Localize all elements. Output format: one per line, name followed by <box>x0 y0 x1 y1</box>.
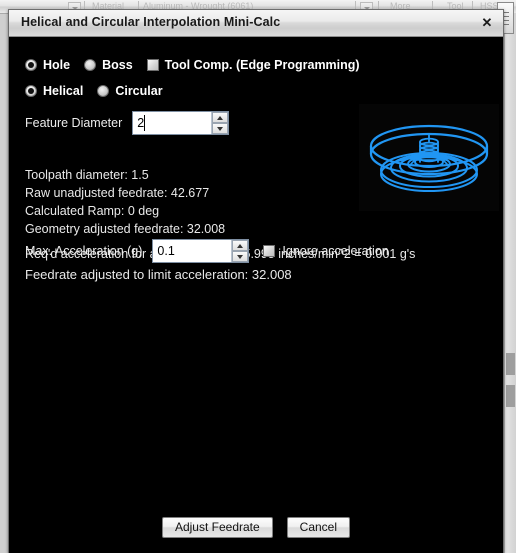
radio-circular-label: Circular <box>115 84 163 98</box>
radio-option-hole[interactable]: Hole <box>25 58 70 72</box>
dialog-title: Helical and Circular Interpolation Mini-… <box>21 15 281 29</box>
checkbox-option-ignore-acceleration[interactable]: Ignore acceleration <box>263 244 389 258</box>
checkbox-tool-comp-icon[interactable] <box>146 59 159 71</box>
dialog-footer: Adjust Feedrate Cancel <box>9 517 503 538</box>
feature-diameter-increment-button[interactable] <box>212 112 229 123</box>
max-acceleration-row: Max. Acceleration (g) 0.1 Ignore acceler… <box>25 239 389 263</box>
checkbox-ignore-acceleration-label: Ignore acceleration <box>282 244 389 258</box>
checkbox-tool-comp-label: Tool Comp. (Edge Programming) <box>164 58 360 72</box>
helical-toolpath-illustration-icon <box>369 124 489 192</box>
feature-diameter-row: Feature Diameter 2 <box>25 111 230 135</box>
dialog-body: Hole Boss Tool Comp. (Edge Programming) … <box>9 37 503 553</box>
radio-boss-label: Boss <box>102 58 133 72</box>
readout-raw-feedrate: Raw unadjusted feedrate: 42.677 <box>25 186 210 200</box>
max-acceleration-stepper[interactable]: 0.1 <box>152 239 250 263</box>
max-acceleration-input[interactable]: 0.1 <box>153 240 232 262</box>
feature-diameter-stepper-buttons[interactable] <box>211 112 229 134</box>
readout-geometry-adjusted-feedrate: Geometry adjusted feedrate: 32.008 <box>25 222 226 236</box>
readout-toolpath-diameter: Toolpath diameter: 1.5 <box>25 168 149 182</box>
radio-hole-icon[interactable] <box>25 59 37 71</box>
feature-diameter-label: Feature Diameter <box>25 116 123 130</box>
checkbox-option-tool-comp[interactable]: Tool Comp. (Edge Programming) <box>146 58 360 72</box>
adjust-feedrate-button[interactable]: Adjust Feedrate <box>161 517 273 538</box>
radio-option-helical[interactable]: Helical <box>25 84 83 98</box>
radio-helical-icon[interactable] <box>25 85 37 97</box>
background-right-panel <box>504 13 516 553</box>
radio-hole-label: Hole <box>43 58 71 72</box>
radio-boss-icon[interactable] <box>84 59 97 71</box>
max-acceleration-increment-button[interactable] <box>232 240 249 251</box>
feature-type-row: Hole Boss Tool Comp. (Edge Programming) <box>25 58 374 72</box>
radio-option-circular[interactable]: Circular <box>97 84 163 98</box>
max-acceleration-decrement-button[interactable] <box>232 251 249 262</box>
close-icon[interactable]: ✕ <box>479 15 495 31</box>
max-acceleration-label: Max. Acceleration (g) <box>25 244 143 258</box>
max-acceleration-stepper-buttons[interactable] <box>231 240 249 262</box>
radio-helical-label: Helical <box>43 84 84 98</box>
dialog-titlebar[interactable]: Helical and Circular Interpolation Mini-… <box>9 10 503 37</box>
checkbox-ignore-acceleration-icon[interactable] <box>263 245 276 257</box>
readout-calculated-ramp: Calculated Ramp: 0 deg <box>25 204 160 218</box>
cancel-button[interactable]: Cancel <box>286 517 351 538</box>
radio-circular-icon[interactable] <box>97 85 110 97</box>
feature-diameter-decrement-button[interactable] <box>212 123 229 134</box>
feature-diameter-input[interactable]: 2 <box>133 112 212 134</box>
mini-calc-dialog: Helical and Circular Interpolation Mini-… <box>8 9 504 553</box>
radio-option-boss[interactable]: Boss <box>84 58 133 72</box>
helical-toolpath-preview <box>359 104 499 211</box>
readout-final-feedrate: Feedrate adjusted to limit acceleration:… <box>25 267 292 282</box>
feature-diameter-stepper[interactable]: 2 <box>132 111 230 135</box>
path-type-row: Helical Circular <box>25 84 177 98</box>
